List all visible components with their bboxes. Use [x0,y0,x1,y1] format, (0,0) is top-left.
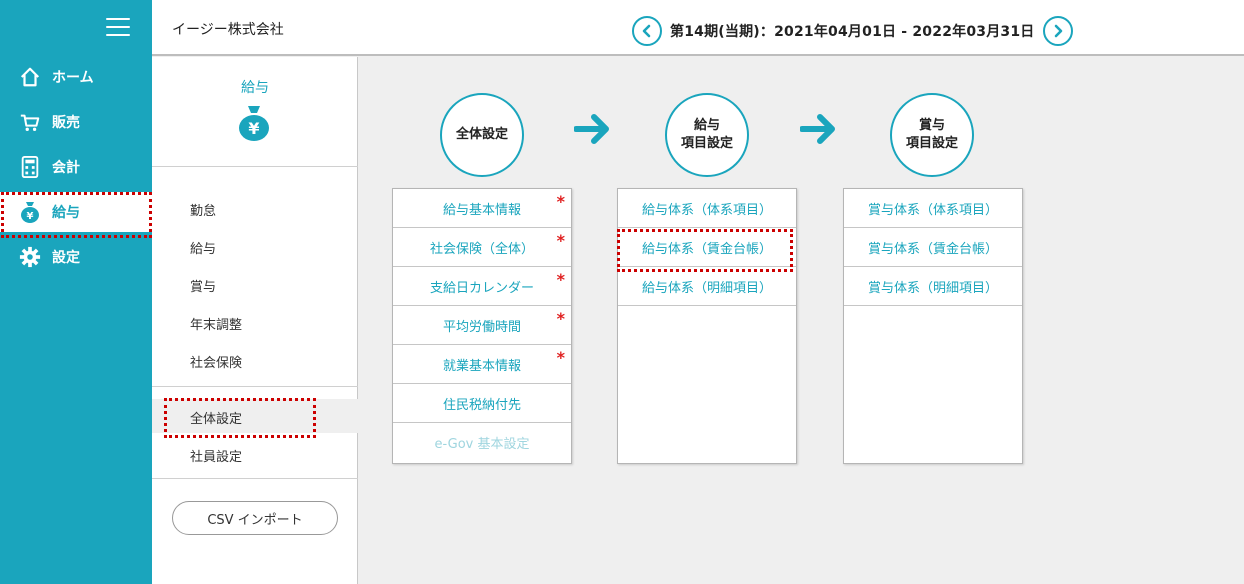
chevron-right-icon [1054,24,1062,38]
row-label: 給与体系（明細項目） [641,280,772,296]
sidebar-item-sales[interactable]: 販売 [0,102,152,142]
row-label: 給与体系（体系項目） [641,202,772,218]
row-label: 賞与体系（賃金台帳） [867,241,998,257]
divider [152,478,358,479]
submenu-item-employee-settings[interactable]: 社員設定 [190,446,242,465]
next-period-button[interactable] [1042,16,1073,46]
bonus-system-items-link[interactable]: 賞与体系（体系項目） [844,189,1022,228]
submenu-item-bonus[interactable]: 賞与 [190,276,216,295]
cart-icon [18,110,42,134]
required-mark: * [556,192,565,211]
work-basic-info-link[interactable]: 就業基本情報 * [393,345,571,384]
row-label: 賞与体系（明細項目） [867,280,998,296]
sidebar-item-payroll[interactable]: ¥ 給与 [0,192,152,232]
step-bonus-item-settings: 賞与 項目設定 [890,93,974,177]
divider [152,166,358,167]
submenu-item-year-end[interactable]: 年末調整 [190,314,242,333]
sidebar-item-accounting[interactable]: 会計 [0,147,152,187]
sidebar-item-home[interactable]: ホーム [0,57,152,97]
money-bag-icon: ¥ [18,200,42,224]
submenu-item-attendance[interactable]: 勤怠 [190,200,216,219]
submenu-title: 給与 [241,80,269,96]
step-label: 給与 [693,118,720,133]
salary-items-panel: 給与体系（体系項目） 給与体系（賃金台帳） 給与体系（明細項目） [617,188,797,464]
calculator-icon [18,155,42,179]
divider [152,386,358,387]
active-item-background [152,399,358,433]
row-label: 住民税納付先 [442,397,521,413]
main-sidebar: ホーム 販売 会計 ¥ 給与 設定 [0,0,152,584]
chevron-left-icon [642,24,651,38]
required-mark: * [556,231,565,250]
basic-salary-info-link[interactable]: 給与基本情報 * [393,189,571,228]
top-header: イージー株式会社 第14期(当期)：2021年04月01日 - 2022年03月… [152,0,1244,56]
menu-toggle-icon[interactable] [106,18,130,38]
payday-calendar-link[interactable]: 支給日カレンダー * [393,267,571,306]
submenu-item-social-insurance[interactable]: 社会保険 [190,352,242,371]
svg-text:¥: ¥ [27,211,34,222]
period-label: 第14期(当期)：2021年04月01日 - 2022年03月31日 [670,24,1035,40]
row-label: 賞与体系（体系項目） [867,202,998,218]
salary-system-ledger-link[interactable]: 給与体系（賃金台帳） [618,228,796,267]
row-label: 支給日カレンダー [429,280,534,296]
sidebar-item-label: 販売 [52,115,80,131]
prev-period-button[interactable] [632,16,662,46]
required-mark: * [556,270,565,289]
social-insurance-link[interactable]: 社会保険（全体） * [393,228,571,267]
step-label: 項目設定 [680,136,733,151]
row-label: 給与基本情報 [442,202,521,218]
submenu-item-general-settings[interactable]: 全体設定 [190,408,242,427]
required-mark: * [556,309,565,328]
money-bag-icon: ¥ [239,106,269,141]
sidebar-item-label: 会計 [52,160,80,176]
sidebar-item-label: 設定 [52,250,80,266]
home-icon [18,65,42,89]
bonus-system-ledger-link[interactable]: 賞与体系（賃金台帳） [844,228,1022,267]
submenu-item-salary[interactable]: 給与 [190,238,216,257]
salary-system-detail-link[interactable]: 給与体系（明細項目） [618,267,796,306]
row-label: 就業基本情報 [442,358,521,374]
egov-settings-link: e-Gov 基本設定 [393,423,571,462]
step-label: 項目設定 [905,136,958,151]
row-label: 社会保険（全体） [429,241,534,257]
step-general-settings: 全体設定 [440,93,524,177]
row-label: 平均労働時間 [442,319,521,335]
bonus-system-detail-link[interactable]: 賞与体系（明細項目） [844,267,1022,306]
company-name: イージー株式会社 [172,22,284,38]
row-label: 給与体系（賃金台帳） [641,241,772,257]
resident-tax-payee-link[interactable]: 住民税納付先 [393,384,571,423]
salary-system-items-link[interactable]: 給与体系（体系項目） [618,189,796,228]
csv-import-button[interactable]: CSV インポート [172,501,338,535]
sidebar-item-settings[interactable]: 設定 [0,237,152,277]
step-label: 全体設定 [455,127,508,142]
step-salary-item-settings: 給与 項目設定 [665,93,749,177]
sidebar-item-label: 給与 [52,205,80,221]
bonus-items-panel: 賞与体系（体系項目） 賞与体系（賃金台帳） 賞与体系（明細項目） [843,188,1023,464]
general-settings-panel: 給与基本情報 * 社会保険（全体） * 支給日カレンダー * 平均労働時間 * 就業基本… [392,188,572,464]
arrow-right-icon [574,114,609,144]
gear-icon [18,245,42,269]
arrow-right-icon [800,114,835,144]
sidebar-item-label: ホーム [52,70,94,86]
required-mark: * [556,348,565,367]
average-working-hours-link[interactable]: 平均労働時間 * [393,306,571,345]
payroll-submenu: 給与 ¥ 勤怠 給与 賞与 年末調整 社会保険 全体設定 社員設定 CSV イン… [152,57,358,584]
period-selector: 第14期(当期)：2021年04月01日 - 2022年03月31日 [632,16,1073,46]
svg-text:¥: ¥ [248,119,259,138]
row-label: e-Gov 基本設定 [434,437,530,452]
step-label: 賞与 [918,118,945,133]
